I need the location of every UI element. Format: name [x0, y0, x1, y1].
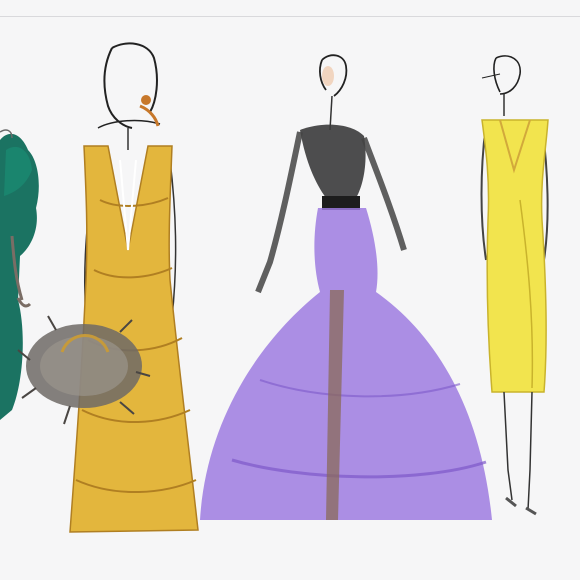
yellow-ruffle-gown-figure — [17, 42, 199, 533]
fashion-sketch-illustration — [0, 42, 549, 533]
yellow-slip-dress-figure — [480, 55, 549, 516]
illustration-frame — [0, 0, 580, 580]
lilac-ballgown-figure — [200, 54, 492, 520]
